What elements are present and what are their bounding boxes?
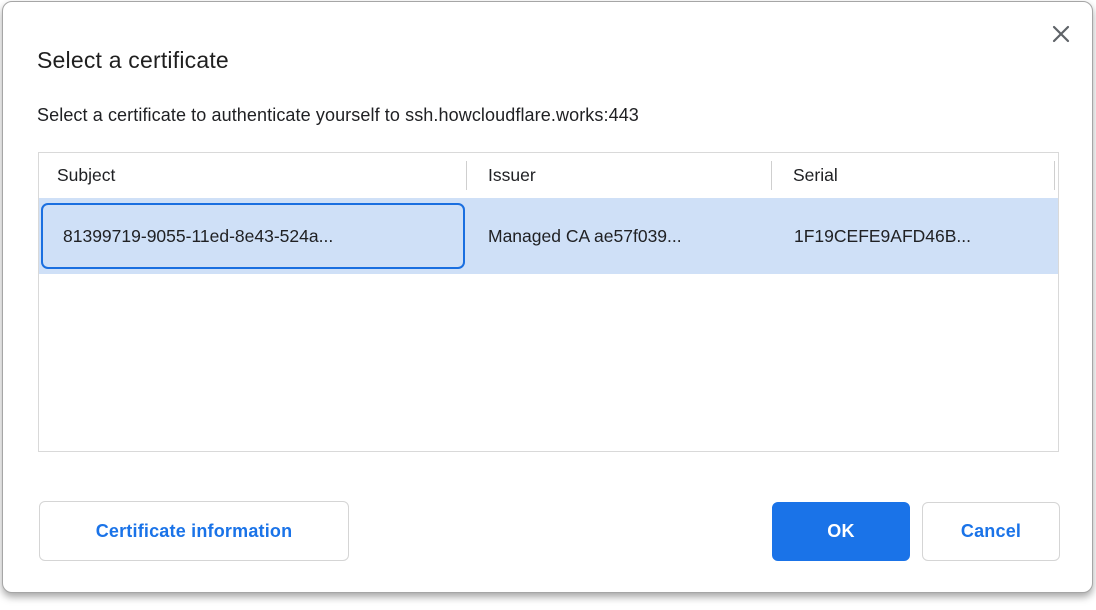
page-title: Select a certificate xyxy=(37,47,229,74)
certificate-row-selected[interactable]: 81399719-9055-11ed-8e43-524a... Managed … xyxy=(39,198,1058,274)
table-header: Subject Issuer Serial xyxy=(39,153,1058,198)
column-divider xyxy=(1054,161,1055,190)
cell-serial: 1F19CEFE9AFD46B... xyxy=(794,226,971,247)
column-header-serial: Serial xyxy=(793,153,838,198)
cell-subject: 81399719-9055-11ed-8e43-524a... xyxy=(63,226,333,247)
column-divider xyxy=(771,161,772,190)
ok-button[interactable]: OK xyxy=(772,502,910,561)
dialog-subtitle: Select a certificate to authenticate you… xyxy=(37,105,639,126)
column-divider xyxy=(466,161,467,190)
column-header-subject: Subject xyxy=(57,153,115,198)
certificate-picker-dialog: Select a certificate Select a certificat… xyxy=(2,1,1093,593)
column-header-issuer: Issuer xyxy=(488,153,536,198)
cell-issuer: Managed CA ae57f039... xyxy=(488,226,682,247)
close-button[interactable] xyxy=(1044,18,1078,52)
certificate-table: Subject Issuer Serial 81399719-9055-11ed… xyxy=(38,152,1059,452)
cancel-button[interactable]: Cancel xyxy=(922,502,1060,561)
certificate-information-button[interactable]: Certificate information xyxy=(39,501,349,561)
subject-cell-focus-ring: 81399719-9055-11ed-8e43-524a... xyxy=(41,203,465,269)
close-icon xyxy=(1051,24,1071,47)
